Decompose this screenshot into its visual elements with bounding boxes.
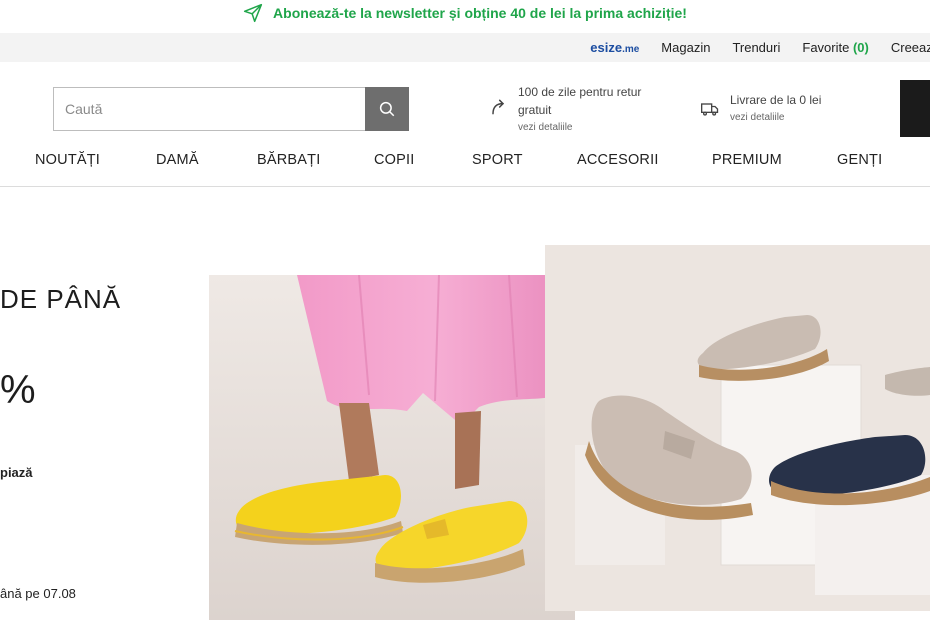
hero-subtext: piază bbox=[0, 465, 33, 480]
hero-discount: % bbox=[0, 368, 36, 412]
nav-item-noutati[interactable]: NOUTĂȚI bbox=[35, 152, 100, 168]
header-dark-button[interactable] bbox=[900, 80, 930, 137]
esize-suffix: .me bbox=[622, 44, 640, 55]
nav-item-barbati[interactable]: BĂRBAȚI bbox=[257, 152, 320, 168]
esize-brand: esize bbox=[590, 40, 623, 55]
nav-item-dama[interactable]: DAMĂ bbox=[156, 152, 199, 168]
returns-info[interactable]: 100 de zile pentru retur gratuit vezi de… bbox=[488, 83, 641, 137]
newsletter-text: Abonează-te la newsletter și obține 40 d… bbox=[273, 5, 687, 21]
nav-item-sport[interactable]: SPORT bbox=[472, 152, 523, 168]
utility-link-trenduri[interactable]: Trenduri bbox=[732, 40, 780, 55]
nav-item-accesorii[interactable]: ACCESORII bbox=[577, 152, 659, 168]
returns-line1: 100 de zile pentru retur bbox=[518, 85, 642, 99]
hero-image-loafers[interactable] bbox=[545, 245, 930, 611]
hero-headline: DE PÂNĂ bbox=[0, 284, 122, 314]
search-bar bbox=[53, 87, 409, 131]
main-navigation: NOUTĂȚI DAMĂ BĂRBAȚI COPII SPORT ACCESOR… bbox=[0, 146, 930, 187]
returns-line2: gratuit bbox=[518, 103, 552, 117]
search-button[interactable] bbox=[365, 87, 409, 131]
utility-link-magazin[interactable]: Magazin bbox=[661, 40, 710, 55]
nav-item-genti[interactable]: GENȚI bbox=[837, 152, 882, 168]
newsletter-banner[interactable]: Abonează-te la newsletter și obține 40 d… bbox=[0, 0, 930, 26]
truck-icon bbox=[701, 103, 719, 116]
delivery-info[interactable]: Livrare de la 0 lei vezi detaliile bbox=[700, 91, 821, 127]
delivery-details-link[interactable]: vezi detaliile bbox=[730, 109, 821, 127]
delivery-line1: Livrare de la 0 lei bbox=[730, 93, 822, 107]
create-account-link[interactable]: Creează bbox=[891, 40, 930, 55]
favorites-label: Favorite bbox=[802, 40, 850, 55]
nav-item-premium[interactable]: PREMIUM bbox=[712, 152, 782, 168]
hero-image-espadrilles[interactable] bbox=[209, 275, 575, 620]
favorites-link[interactable]: Favorite (0) bbox=[802, 40, 868, 55]
search-input[interactable] bbox=[53, 87, 365, 131]
returns-details-link[interactable]: vezi detaliile bbox=[518, 119, 641, 137]
hero-validity: ână pe 07.08 bbox=[0, 586, 76, 601]
utility-bar: esize.me Magazin Trenduri Favorite (0) C… bbox=[0, 33, 930, 62]
esize-link[interactable]: esize.me bbox=[590, 40, 639, 55]
paper-plane-icon bbox=[243, 3, 263, 23]
nav-item-copii[interactable]: COPII bbox=[374, 152, 414, 168]
return-arrow-icon bbox=[492, 99, 505, 115]
search-icon bbox=[379, 101, 395, 117]
favorites-count: (0) bbox=[852, 40, 869, 55]
